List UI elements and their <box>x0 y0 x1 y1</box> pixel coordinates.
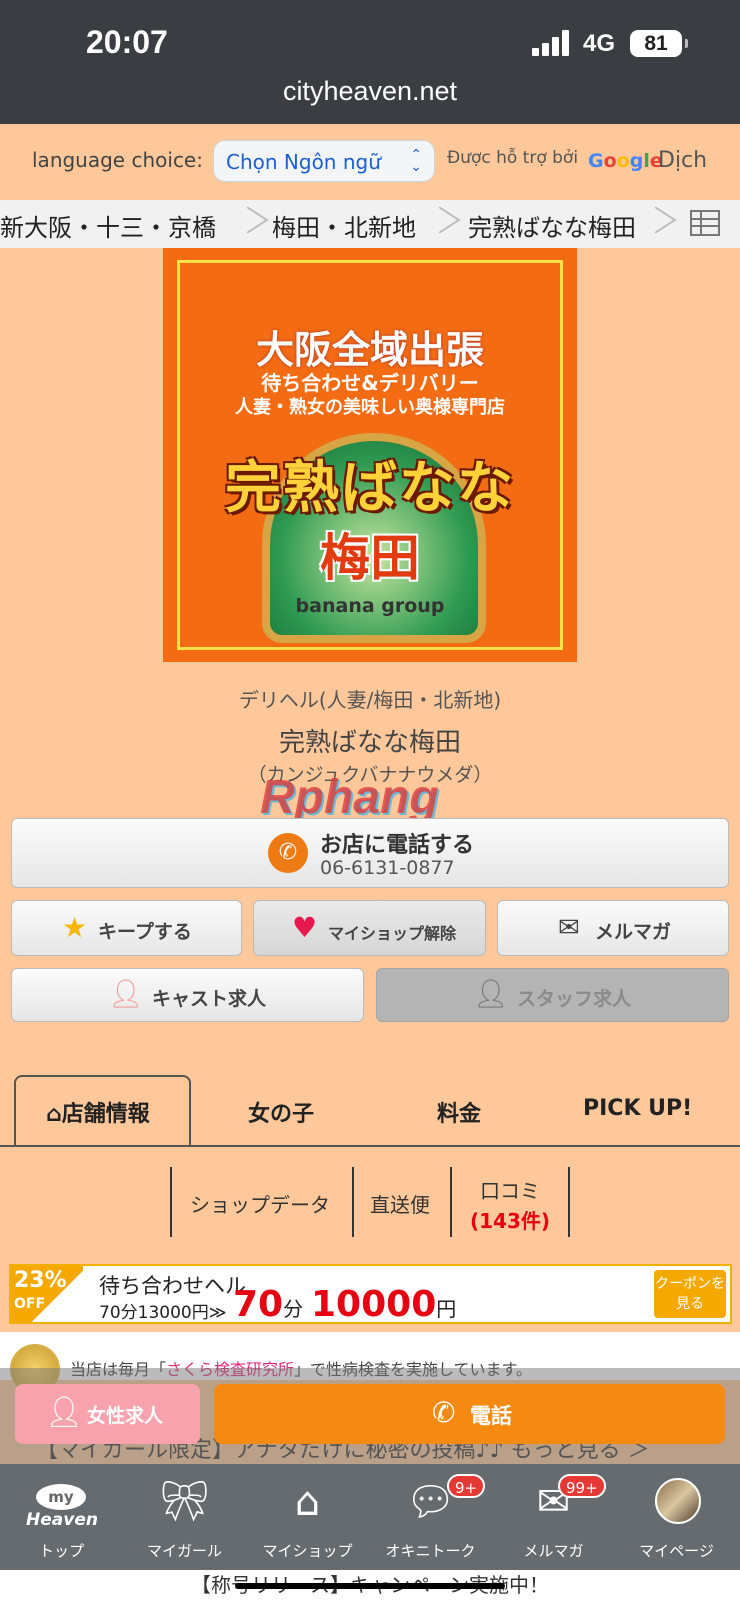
keep-label: キープする <box>98 921 192 943</box>
person-icon: 👤︎ <box>108 977 144 1010</box>
status-time: 20:07 <box>86 24 168 60</box>
breadcrumb: 新大阪・十三・京橋 梅田・北新地 完熟ばなな梅田 <box>0 200 740 248</box>
mail-download-icon: ✉ <box>558 913 580 943</box>
call-button[interactable]: ✆ 電話 <box>214 1384 725 1444</box>
banner-headline: 大阪全域出張 <box>255 328 484 372</box>
person-icon: 👤︎ <box>473 977 509 1010</box>
coupon-minutes: 70分 <box>233 1284 304 1325</box>
shop-icon: ⌂ <box>294 1479 321 1525</box>
language-label: language choice: <box>32 148 203 172</box>
coupon-price: 10000円 <box>311 1284 457 1325</box>
phone-icon: ✆ <box>432 1396 456 1429</box>
cast-recruit-label: キャスト求人 <box>152 988 267 1010</box>
okinitalk-badge: 9+ <box>447 1474 486 1498</box>
chevron-updown-icon: ⌃ ⌄ <box>410 147 422 175</box>
banner-city: 梅田 <box>320 529 420 587</box>
phone-icon: ✆ <box>268 833 308 873</box>
staff-recruit-button[interactable]: 👤︎ スタッフ求人 <box>376 968 729 1022</box>
watermark: Rphang <box>260 771 439 824</box>
signal-icon <box>532 30 572 56</box>
chevron-right-icon <box>434 200 448 248</box>
network-type: 4G <box>583 30 616 57</box>
translate-link[interactable]: Dịch <box>658 148 707 173</box>
breadcrumb-shop: 完熟ばなな梅田 <box>468 214 636 242</box>
subnav-shopdata[interactable]: ショップデータ <box>170 1167 353 1237</box>
list-menu-icon[interactable] <box>690 210 720 236</box>
call-label: 電話 <box>470 1404 512 1428</box>
nav-myshop[interactable]: ⌂ マイショップ <box>246 1464 369 1570</box>
my-heaven-logo: my Heaven <box>22 1484 102 1530</box>
shop-banner: 大阪全域出張 待ち合わせ&デリバリー 人妻・熟女の美味しい奥様専門店 完熟ばなな… <box>163 248 577 662</box>
coupon-old-price: 70分13000円≫ <box>99 1303 227 1323</box>
home-icon: ⌂ <box>46 1102 62 1127</box>
banner-group-logo: banana group <box>295 595 445 617</box>
coupon-view-button[interactable]: クーポンを見る <box>654 1270 726 1318</box>
nav-okinitalk[interactable]: 💬︎ 9+ オキニトーク <box>369 1464 492 1570</box>
female-recruit-button[interactable]: 👤︎ 女性求人 <box>15 1384 200 1444</box>
mailmag-label: メルマガ <box>595 921 672 943</box>
cast-recruit-button[interactable]: 👤︎ キャスト求人 <box>11 968 364 1022</box>
banner-subline: 待ち合わせ&デリバリー <box>261 371 479 395</box>
chevron-right-icon <box>242 200 256 248</box>
home-indicator <box>235 1583 505 1589</box>
call-shop-button[interactable]: ✆ お店に電話する 06-6131-0877 <box>11 818 729 888</box>
powered-by-label: Được hỗ trợ bởi <box>447 148 579 168</box>
mailmag-button[interactable]: ✉ メルマガ <box>497 900 729 956</box>
chevron-right-icon <box>650 200 664 248</box>
nav-top[interactable]: my Heaven トップ <box>0 1464 123 1570</box>
breadcrumb-area[interactable]: 新大阪・十三・京橋 <box>0 208 216 243</box>
nav-mailmag[interactable]: ✉ 99+ メルマガ <box>492 1464 615 1570</box>
language-select-value: Chọn Ngôn ngữ <box>226 150 381 174</box>
myshop-remove-button[interactable]: ♥ マイショップ解除 <box>253 900 486 956</box>
language-bar: language choice: Chọn Ngôn ngữ ⌃ ⌄ Được h… <box>0 124 740 200</box>
myshop-remove-label: マイショップ解除 <box>328 924 457 943</box>
discount-flag: 23% OFF <box>11 1266 83 1322</box>
person-icon: 👤︎ <box>45 1395 84 1430</box>
female-recruit-label: 女性求人 <box>87 1405 164 1427</box>
mailmag-badge: 99+ <box>558 1474 606 1498</box>
star-icon: ★ <box>62 911 88 944</box>
staff-recruit-label: スタッフ求人 <box>517 988 632 1010</box>
ribbon-icon: 🎀︎ <box>159 1479 210 1525</box>
shop-name: 完熟ばなな梅田 <box>278 728 461 758</box>
heart-icon: ♥ <box>292 911 318 944</box>
tab-pickup[interactable]: PICK UP! <box>583 1096 692 1121</box>
banner-shop-name: 完熟ばなな <box>225 456 515 521</box>
coupon-title: 待ち合わせヘル <box>99 1274 246 1298</box>
tab-girls[interactable]: 女の子 <box>248 1096 314 1128</box>
breadcrumb-subarea[interactable]: 梅田・北新地 <box>272 208 416 243</box>
nav-mypage[interactable]: マイページ <box>615 1464 738 1570</box>
keep-button[interactable]: ★ キープする <box>11 900 242 956</box>
subnav-direct[interactable]: 直送便 <box>352 1167 451 1237</box>
tab-price[interactable]: 料金 <box>437 1096 481 1128</box>
tabs-divider <box>0 1145 740 1147</box>
nav-mygirl[interactable]: 🎀︎ マイガール <box>123 1464 246 1570</box>
call-shop-number: 06-6131-0877 <box>320 857 455 879</box>
tab-shop-info-label: ⌂店舗情報 <box>46 1102 150 1127</box>
bottom-navigation: my Heaven トップ 🎀︎ マイガール ⌂ マイショップ 💬︎ 9+ オキ… <box>0 1464 740 1570</box>
call-shop-label: お店に電話する <box>320 833 475 858</box>
browser-chrome: 20:07 4G 81 cityheaven.net <box>0 0 740 124</box>
url-bar[interactable]: cityheaven.net <box>0 76 740 107</box>
shop-category: デリヘル(人妻/梅田・北新地) <box>238 688 502 712</box>
language-select[interactable]: Chọn Ngôn ngữ ⌃ ⌄ <box>213 140 435 182</box>
coupon-banner[interactable]: 23% OFF 待ち合わせヘル 70分13000円≫ 70分 10000円 クー… <box>9 1264 732 1325</box>
banner-tagline: 人妻・熟女の美味しい奥様専門店 <box>235 397 505 418</box>
battery-icon: 81 <box>630 30 688 57</box>
subnav-reviews[interactable]: 口コミ (143件) <box>450 1167 570 1237</box>
reviews-count: (143件) <box>470 1209 551 1233</box>
google-logo: Google <box>588 150 663 172</box>
avatar <box>655 1478 701 1524</box>
